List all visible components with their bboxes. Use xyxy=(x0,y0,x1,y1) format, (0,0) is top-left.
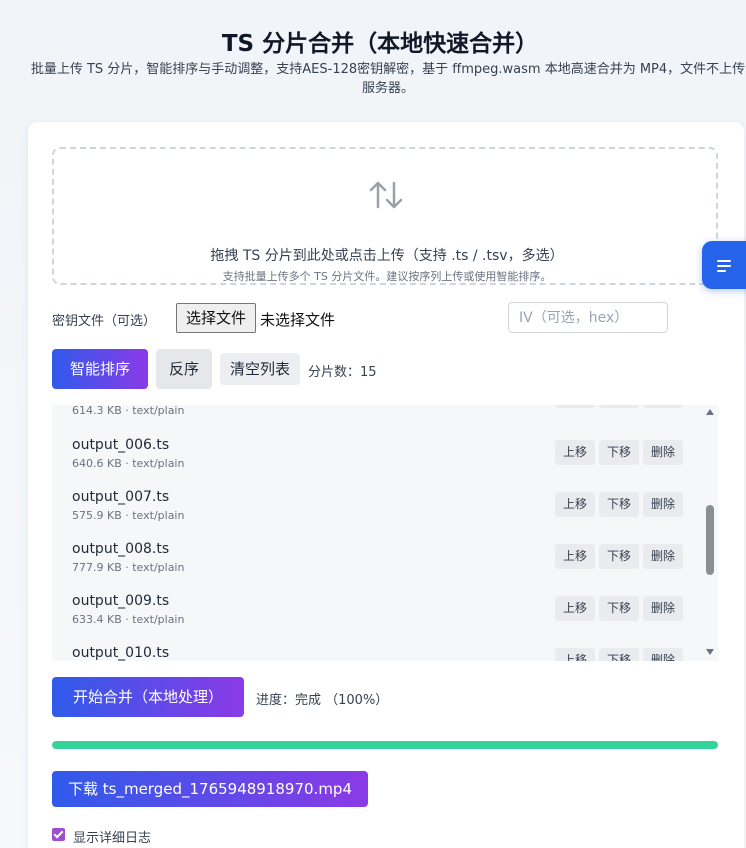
segment-meta: 575.9 KB · text/plain xyxy=(72,509,185,522)
menu-icon-line xyxy=(717,265,731,267)
key-file-label: 密钥文件（可选） xyxy=(52,314,157,329)
delete-button[interactable]: 删除 xyxy=(643,440,683,465)
move-up-button[interactable]: 上移 xyxy=(555,440,595,465)
move-up-button[interactable]: 上移 xyxy=(555,492,595,517)
swap-arrows-icon xyxy=(369,181,403,209)
smart-sort-button[interactable]: 智能排序 xyxy=(52,349,148,389)
merge-row: 开始合并（本地处理） 进度：完成 （100%） xyxy=(52,677,718,717)
menu-icon-line xyxy=(717,270,726,272)
progress-bar xyxy=(52,741,718,749)
choose-file-button[interactable]: 选择文件 xyxy=(176,303,256,333)
move-up-button[interactable]: 上移 xyxy=(555,648,595,661)
page-title: TS 分片合并（本地快速合并） xyxy=(221,31,539,57)
segment-name: output_007.ts xyxy=(72,489,170,505)
move-down-button[interactable]: 下移 xyxy=(599,596,639,621)
delete-button[interactable]: 删除 xyxy=(643,492,683,517)
list-item: output_006.ts 640.6 KB · text/plain 上移 下… xyxy=(52,437,702,489)
move-down-button[interactable]: 下移 xyxy=(599,492,639,517)
log-label: 显示详细日志 xyxy=(73,831,152,846)
log-checkbox[interactable] xyxy=(52,828,65,841)
list-item: output_008.ts 777.9 KB · text/plain 上移 下… xyxy=(52,541,702,593)
scroll-thumb[interactable] xyxy=(706,505,714,575)
list-scrollbar[interactable] xyxy=(702,405,718,661)
scroll-up-arrow-icon[interactable] xyxy=(706,409,714,415)
delete-button[interactable]: 删除 xyxy=(643,544,683,569)
move-up-button[interactable]: 上移 xyxy=(555,596,595,621)
list-item: output_009.ts 633.4 KB · text/plain 上移 下… xyxy=(52,593,702,645)
segment-meta: 614.3 KB · text/plain xyxy=(72,405,185,417)
segment-meta: 640.6 KB · text/plain xyxy=(72,457,185,470)
delete-button[interactable]: 删除 xyxy=(643,405,683,408)
segment-meta: 777.9 KB · text/plain xyxy=(72,561,185,574)
list-toolbar: 智能排序 反序 清空列表 分片数：15 xyxy=(52,349,718,389)
menu-icon-line xyxy=(717,260,731,262)
progress-text: 进度：完成 （100%） xyxy=(256,693,389,708)
move-up-button[interactable]: 上移 xyxy=(555,544,595,569)
page-subtitle: 批量上传 TS 分片，智能排序与手动调整，支持AES-128密钥解密，基于 ff… xyxy=(30,62,746,96)
segment-list[interactable]: 614.3 KB · text/plain 上移 下移 删除 output_00… xyxy=(52,405,718,661)
segment-meta: 633.4 KB · text/plain xyxy=(72,613,185,626)
menu-float-button[interactable] xyxy=(702,241,746,289)
dropzone-text: 拖拽 TS 分片到此处或点击上传（支持 .ts / .tsv，多选） xyxy=(210,248,564,264)
page-header: TS 分片合并（本地快速合并） 批量上传 TS 分片，智能排序与手动调整，支持A… xyxy=(0,0,746,120)
segment-name: output_006.ts xyxy=(72,437,170,453)
file-status: 未选择文件 xyxy=(260,311,336,329)
key-row: 密钥文件（可选） 选择文件 未选择文件 xyxy=(52,302,718,334)
move-down-button[interactable]: 下移 xyxy=(599,544,639,569)
start-merge-button[interactable]: 开始合并（本地处理） xyxy=(52,677,244,717)
segment-name: output_008.ts xyxy=(72,541,170,557)
list-item: output_010.ts 上移 下移 删除 xyxy=(52,645,702,661)
upload-dropzone[interactable]: 拖拽 TS 分片到此处或点击上传（支持 .ts / .tsv，多选） 支持批量上… xyxy=(52,147,718,285)
download-button[interactable]: 下载 ts_merged_1765948918970.mp4 xyxy=(52,771,368,807)
dropzone-hint: 支持批量上传多个 TS 分片文件。建议按序列上传或使用智能排序。 xyxy=(222,270,552,283)
move-up-button[interactable]: 上移 xyxy=(555,405,595,408)
segment-count: 分片数：15 xyxy=(308,365,377,380)
segment-name: output_010.ts xyxy=(72,645,170,661)
delete-button[interactable]: 删除 xyxy=(643,596,683,621)
reverse-button[interactable]: 反序 xyxy=(156,349,212,389)
delete-button[interactable]: 删除 xyxy=(643,648,683,661)
list-item: output_007.ts 575.9 KB · text/plain 上移 下… xyxy=(52,489,702,541)
move-down-button[interactable]: 下移 xyxy=(599,440,639,465)
log-toggle[interactable]: 显示详细日志 xyxy=(52,826,352,846)
iv-input[interactable] xyxy=(508,302,668,333)
segment-name: output_009.ts xyxy=(72,593,170,609)
clear-list-button[interactable]: 清空列表 xyxy=(220,353,300,385)
scroll-down-arrow-icon[interactable] xyxy=(706,649,714,655)
progress-fill xyxy=(52,741,718,749)
move-down-button[interactable]: 下移 xyxy=(599,648,639,661)
move-down-button[interactable]: 下移 xyxy=(599,405,639,408)
